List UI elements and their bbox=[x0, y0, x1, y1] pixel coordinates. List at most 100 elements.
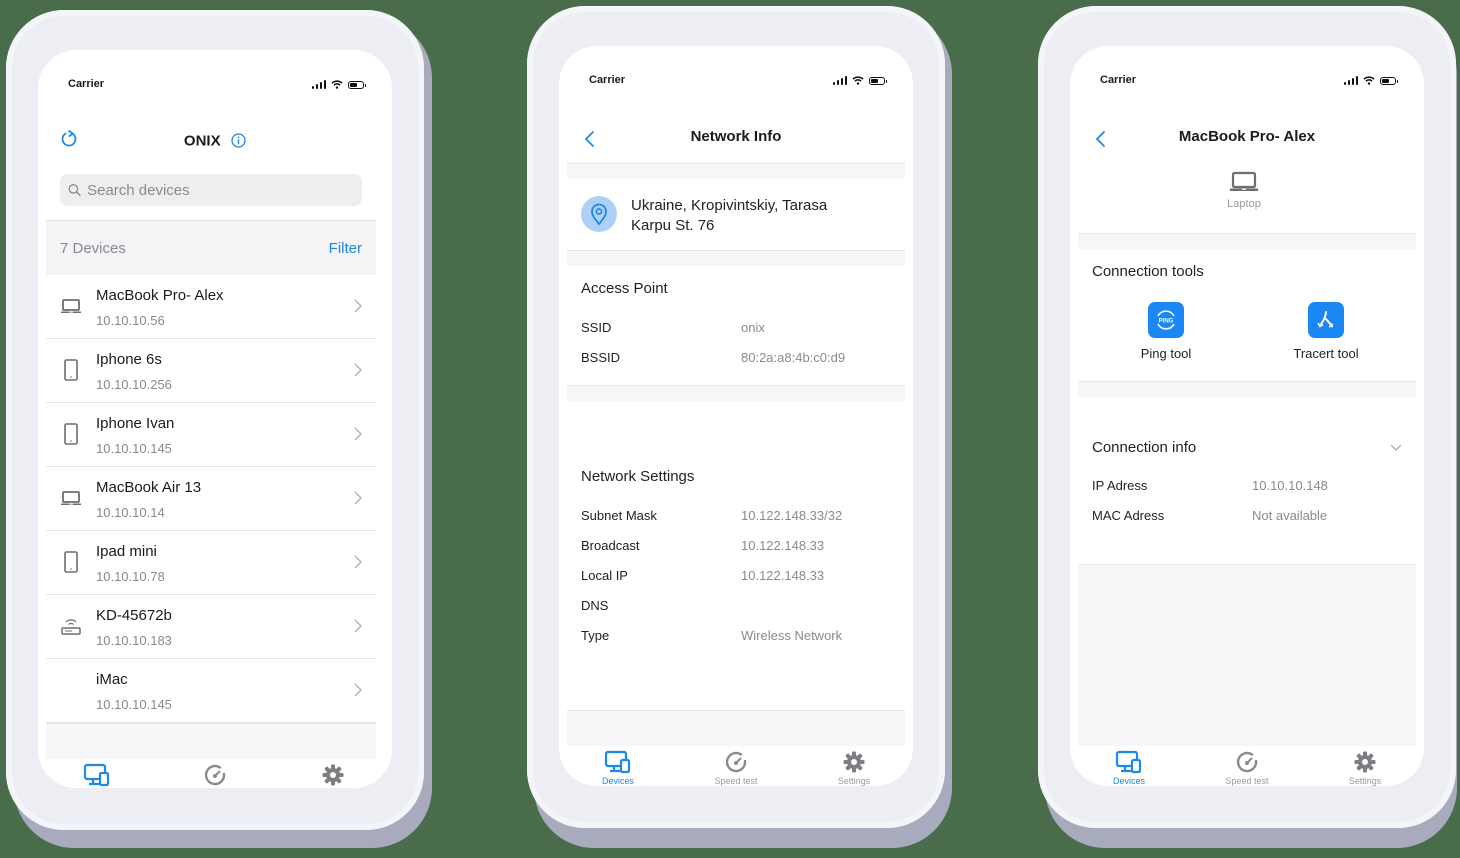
page-title: Network Info bbox=[690, 128, 782, 145]
list-footer-spacer bbox=[46, 723, 376, 759]
info-row: Broadcast 10.122.148.33 bbox=[581, 538, 893, 558]
search-field[interactable] bbox=[60, 174, 362, 206]
info-value: 10.122.148.33 bbox=[741, 538, 825, 553]
info-value: 80:2a:a8:4b:c0:d9 bbox=[741, 350, 846, 365]
tab-settings[interactable]: Settings bbox=[1310, 746, 1420, 786]
info-row: Type Wireless Network bbox=[581, 628, 893, 648]
chevron-right-icon bbox=[354, 363, 362, 377]
device-name: MacBook Air 13 bbox=[96, 479, 202, 496]
status-bar: Carrier bbox=[559, 74, 913, 90]
device-ip: 10.10.10.56 bbox=[96, 313, 165, 328]
device-name: Iphone 6s bbox=[96, 351, 162, 368]
info-value: onix bbox=[741, 320, 765, 335]
info-label: SSID bbox=[581, 320, 612, 335]
signal-icon bbox=[311, 80, 326, 89]
gear-icon bbox=[1354, 751, 1376, 773]
signal-icon bbox=[1343, 76, 1358, 85]
speedometer-icon bbox=[1236, 751, 1258, 773]
router-icon bbox=[61, 619, 81, 635]
info-label: Type bbox=[581, 628, 610, 643]
app-title: ONIX bbox=[183, 132, 221, 150]
info-label: BSSID bbox=[581, 350, 621, 365]
devices-icon bbox=[83, 763, 110, 787]
carrier-label: Carrier bbox=[589, 74, 626, 86]
phone-frame-devices: Carrier ONIX Search devices 7 Devices Fi… bbox=[6, 10, 424, 830]
tab-speed-test[interactable]: Speed test bbox=[160, 759, 270, 788]
device-row[interactable]: Iphone Ivan 10.10.10.145 bbox=[46, 403, 376, 467]
filter-button[interactable]: Filter bbox=[329, 240, 362, 257]
device-name: Ipad mini bbox=[96, 543, 157, 560]
signal-icon bbox=[832, 76, 847, 85]
device-row[interactable]: Ipad mini 10.10.10.78 bbox=[46, 531, 376, 595]
device-ip: 10.10.10.183 bbox=[96, 633, 172, 648]
speedometer-icon bbox=[725, 751, 747, 773]
tab-devices[interactable]: Devices bbox=[42, 759, 152, 788]
carrier-label: Carrier bbox=[1100, 74, 1137, 86]
svg-text:PING: PING bbox=[1159, 319, 1174, 325]
device-row[interactable]: Iphone 6s 10.10.10.256 bbox=[46, 339, 376, 403]
tool-label: Ping tool bbox=[1140, 346, 1192, 361]
info-value: 10.10.10.148 bbox=[1252, 478, 1328, 493]
info-value: 10.122.148.33/32 bbox=[741, 508, 843, 523]
device-name: Iphone Ivan bbox=[96, 415, 175, 432]
tab-bar: Devices Speed test Settings bbox=[38, 759, 392, 788]
network-info-screen: Carrier Network Info Ukraine, Kropivints… bbox=[559, 46, 913, 786]
tracert-tool-button[interactable]: Tracert tool bbox=[1266, 302, 1386, 361]
tab-label: Speed test bbox=[714, 776, 758, 786]
wifi-icon bbox=[852, 76, 864, 85]
empty-content-area bbox=[1078, 564, 1416, 746]
search-input[interactable] bbox=[87, 181, 362, 199]
device-row[interactable]: KD-45672b 10.10.10.183 bbox=[46, 595, 376, 659]
tab-settings[interactable]: Settings bbox=[278, 759, 388, 788]
tab-speed-test[interactable]: Speed test bbox=[1192, 746, 1302, 786]
nav-bar: Network Info bbox=[559, 128, 913, 158]
tab-label: Settings bbox=[837, 776, 871, 786]
tab-devices[interactable]: Devices bbox=[563, 746, 673, 786]
info-row: SSID onix bbox=[581, 320, 893, 340]
tab-bar: Devices Speed test Settings bbox=[559, 746, 913, 786]
speedometer-icon bbox=[204, 764, 226, 786]
device-ip: 10.10.10.78 bbox=[96, 569, 165, 584]
info-row: DNS bbox=[581, 598, 893, 618]
gear-icon bbox=[843, 751, 865, 773]
device-row[interactable]: iMac 10.10.10.145 bbox=[46, 659, 376, 723]
device-type-label: Laptop bbox=[1227, 198, 1261, 210]
tab-devices[interactable]: Devices bbox=[1074, 746, 1184, 786]
device-row[interactable]: MacBook Pro- Alex 10.10.10.56 bbox=[46, 275, 376, 339]
laptop-icon bbox=[1230, 171, 1258, 191]
chevron-right-icon bbox=[354, 491, 362, 505]
laptop-icon bbox=[61, 491, 81, 505]
nav-bar: ONIX bbox=[38, 130, 392, 160]
device-ip: 10.10.10.145 bbox=[96, 697, 172, 712]
info-icon[interactable] bbox=[231, 133, 246, 148]
carrier-label: Carrier bbox=[68, 78, 105, 90]
tab-settings[interactable]: Settings bbox=[799, 746, 909, 786]
battery-icon bbox=[869, 76, 887, 85]
section-divider bbox=[567, 385, 905, 401]
tab-speed-test[interactable]: Speed test bbox=[681, 746, 791, 786]
device-name: MacBook Pro- Alex bbox=[96, 287, 224, 304]
devices-icon bbox=[604, 750, 631, 774]
tablet-icon bbox=[64, 551, 78, 573]
info-row: Subnet Mask 10.122.148.33/32 bbox=[581, 508, 893, 528]
wifi-icon bbox=[1363, 76, 1375, 85]
device-name: KD-45672b bbox=[96, 607, 172, 624]
chevron-right-icon bbox=[354, 619, 362, 633]
location-address: Ukraine, Kropivintskiy, Tarasa Karpu St.… bbox=[631, 196, 827, 236]
device-count: 7 Devices bbox=[60, 240, 126, 257]
info-value: Wireless Network bbox=[741, 628, 843, 643]
nav-bar: MacBook Pro- Alex bbox=[1070, 128, 1424, 158]
info-label: Subnet Mask bbox=[581, 508, 657, 523]
battery-icon bbox=[348, 80, 366, 89]
chevron-right-icon bbox=[354, 427, 362, 441]
tab-label: Devices bbox=[601, 776, 634, 786]
phone-icon bbox=[64, 359, 78, 381]
section-divider bbox=[567, 163, 905, 179]
ping-tool-button[interactable]: PING Ping tool bbox=[1106, 302, 1226, 361]
location-pin-icon bbox=[591, 203, 607, 226]
device-row[interactable]: MacBook Air 13 10.10.10.14 bbox=[46, 467, 376, 531]
info-label: Local IP bbox=[581, 568, 628, 583]
info-value: 10.122.148.33 bbox=[741, 568, 825, 583]
device-ip: 10.10.10.14 bbox=[96, 505, 165, 520]
connection-info-header[interactable]: Connection info bbox=[1070, 436, 1424, 460]
